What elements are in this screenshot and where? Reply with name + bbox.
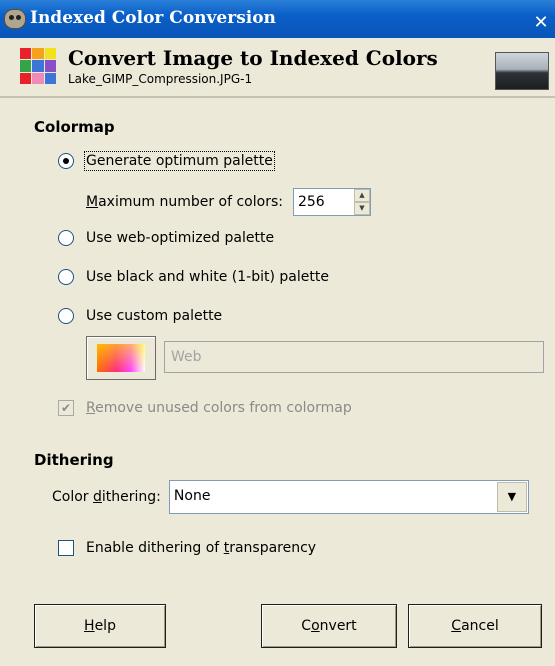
spin-down-icon[interactable]: ▼ bbox=[353, 202, 370, 215]
help-button[interactable]: Help bbox=[34, 604, 166, 648]
convert-button[interactable]: Convert bbox=[261, 604, 397, 648]
transparency-dither-label: Enable dithering of transparency bbox=[86, 540, 317, 556]
colormap-section-title: Colormap bbox=[34, 118, 115, 136]
max-colors-row: Maximum number of colors: 256 ▲ ▼ bbox=[86, 188, 371, 216]
radio-custom-palette[interactable]: Use custom palette bbox=[58, 305, 222, 327]
image-thumbnail bbox=[495, 52, 549, 90]
max-colors-label: Maximum number of colors: bbox=[86, 194, 283, 210]
radio-label: Use black and white (1-bit) palette bbox=[86, 269, 329, 285]
max-colors-input[interactable]: 256 bbox=[294, 189, 354, 215]
window-title: Indexed Color Conversion bbox=[30, 8, 276, 28]
custom-palette-field: Web bbox=[164, 341, 544, 373]
transparency-dither-row[interactable]: Enable dithering of transparency bbox=[58, 537, 316, 559]
color-dithering-select[interactable]: None ▼ bbox=[168, 480, 529, 514]
transparency-dither-checkbox[interactable] bbox=[58, 540, 74, 556]
dithering-section-title: Dithering bbox=[34, 451, 114, 469]
cancel-button[interactable]: Cancel bbox=[408, 604, 542, 648]
palette-select-button[interactable] bbox=[86, 336, 156, 380]
radio-button[interactable] bbox=[58, 308, 74, 324]
dropdown-arrow-icon[interactable]: ▼ bbox=[496, 482, 527, 512]
radio-button[interactable] bbox=[58, 153, 74, 169]
image-name: Lake_GIMP_Compression.JPG-1 bbox=[68, 72, 253, 86]
radio-label: Use web-optimized palette bbox=[86, 230, 275, 246]
gimp-app-icon bbox=[4, 9, 26, 29]
remove-unused-checkbox: ✔ bbox=[58, 400, 74, 416]
radio-label: Generate optimum palette bbox=[84, 151, 275, 171]
remove-unused-checkbox-row: ✔ Remove unused colors from colormap bbox=[58, 397, 352, 419]
title-bar: Indexed Color Conversion ✕ bbox=[0, 0, 555, 38]
radio-button[interactable] bbox=[58, 269, 74, 285]
dialog-heading: Convert Image to Indexed Colors bbox=[68, 46, 438, 70]
radio-button[interactable] bbox=[58, 230, 74, 246]
color-dithering-label: Color dithering: bbox=[52, 489, 161, 505]
radio-generate-optimum[interactable]: Generate optimum palette bbox=[58, 150, 275, 172]
close-icon[interactable]: ✕ bbox=[531, 13, 551, 33]
spin-up-icon[interactable]: ▲ bbox=[353, 189, 370, 202]
color-dithering-value: None bbox=[173, 488, 211, 504]
radio-web-optimized[interactable]: Use web-optimized palette bbox=[58, 227, 274, 249]
color-dithering-row: Color dithering: None ▼ bbox=[52, 480, 529, 514]
dialog-header: Convert Image to Indexed Colors Lake_GIM… bbox=[0, 38, 555, 98]
max-colors-spinbox[interactable]: 256 ▲ ▼ bbox=[292, 188, 371, 216]
radio-black-white[interactable]: Use black and white (1-bit) palette bbox=[58, 266, 329, 288]
radio-label: Use custom palette bbox=[86, 308, 223, 324]
remove-unused-label: Remove unused colors from colormap bbox=[86, 400, 352, 416]
indexed-palette-icon bbox=[20, 48, 56, 84]
palette-swatch-icon bbox=[97, 344, 145, 372]
